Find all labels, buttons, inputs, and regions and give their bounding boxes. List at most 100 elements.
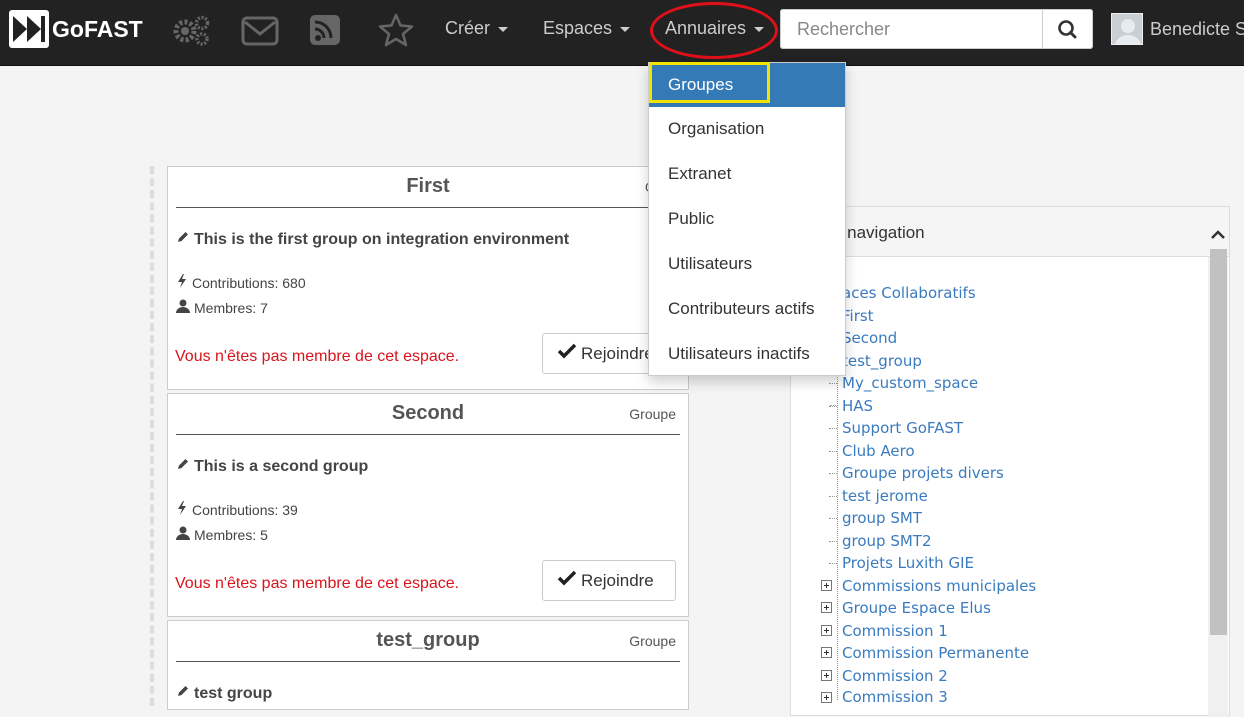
- scrollbar[interactable]: [1208, 249, 1228, 717]
- menu-item-extranet[interactable]: Extranet: [649, 152, 845, 196]
- search-input[interactable]: [780, 9, 1043, 49]
- tree-item[interactable]: Commission 2: [842, 667, 948, 685]
- group-description: This is the first group on integration e…: [176, 230, 569, 249]
- group-description-text: This is a second group: [194, 457, 369, 475]
- group-description-text: This is the first group on integration e…: [194, 230, 570, 248]
- tree-item[interactable]: HAS: [842, 397, 873, 415]
- tree-branch: [829, 541, 837, 542]
- checkmark-icon: [557, 570, 577, 591]
- tree-item[interactable]: test_group: [842, 352, 922, 370]
- expand-icon[interactable]: [821, 580, 832, 591]
- yellow-highlight-box: [649, 62, 770, 103]
- avatar: [1111, 13, 1143, 45]
- groups-navigation-header: ups navigation: [791, 207, 1229, 257]
- search-form: [780, 9, 1093, 49]
- expand-icon[interactable]: [821, 602, 832, 613]
- star-icon[interactable]: [375, 13, 417, 47]
- pencil-icon: [176, 684, 190, 703]
- brand-name: GoFAST: [52, 15, 143, 42]
- menu-item-active-contributors[interactable]: Contributeurs actifs: [649, 287, 845, 331]
- scrollbar-thumb[interactable]: [1210, 249, 1227, 635]
- tree-item[interactable]: group SMT2: [842, 532, 932, 550]
- tree-item[interactable]: My_custom_space: [842, 374, 978, 392]
- create-menu[interactable]: Créer: [445, 18, 509, 39]
- tree-item[interactable]: Commission 3: [842, 688, 948, 706]
- contributions-count: Contributions: 39: [176, 501, 298, 518]
- chevron-up-icon[interactable]: [1208, 225, 1228, 245]
- user-menu[interactable]: Benedicte S: [1111, 13, 1244, 45]
- group-type: Groupe: [629, 406, 676, 422]
- settings-gears-icon[interactable]: [170, 13, 212, 47]
- membership-status: Vous n'êtes pas membre de cet espace.: [175, 348, 460, 365]
- tree-root-item[interactable]: aces Collaboratifs: [842, 284, 976, 302]
- red-highlight-circle: [650, 2, 778, 59]
- search-button[interactable]: [1043, 9, 1093, 49]
- tree-item[interactable]: Support GoFAST: [842, 419, 963, 437]
- tree-branch: [829, 563, 837, 564]
- tree-branch: [829, 451, 837, 452]
- tree-item[interactable]: Projets Luxith GIE: [842, 554, 974, 572]
- tree-branch: [829, 518, 837, 519]
- title-divider: [176, 661, 680, 662]
- user-icon: [176, 526, 190, 543]
- user-name: Benedicte S: [1150, 18, 1244, 39]
- tree-item[interactable]: Groupe Espace Elus: [842, 599, 991, 617]
- tree-branch: [829, 406, 837, 407]
- tree-item[interactable]: Groupe projets divers: [842, 464, 1004, 482]
- menu-item-users[interactable]: Utilisateurs: [649, 242, 845, 286]
- membership-status: Vous n'êtes pas membre de cet espace.: [175, 575, 460, 592]
- contributions-count: Contributions: 680: [176, 274, 306, 291]
- tree-branch: [829, 428, 837, 429]
- title-divider: [176, 434, 680, 435]
- menu-item-inactive-users[interactable]: Utilisateurs inactifs: [649, 332, 845, 376]
- create-menu-label: Créer: [445, 18, 491, 38]
- tree-item[interactable]: Second: [842, 329, 897, 347]
- tree-item[interactable]: test jerome: [842, 487, 928, 505]
- spaces-menu-label: Espaces: [543, 18, 613, 38]
- pencil-icon: [176, 457, 190, 476]
- tree-item[interactable]: Club Aero: [842, 442, 915, 460]
- checkmark-icon: [557, 343, 577, 364]
- gofast-logo[interactable]: GoFAST: [9, 10, 143, 48]
- expand-icon[interactable]: [821, 647, 832, 658]
- menu-item-public[interactable]: Public: [649, 197, 845, 241]
- user-icon: [176, 299, 190, 316]
- title-divider: [176, 207, 680, 208]
- chevron-down-icon: [498, 27, 509, 32]
- join-button-label: Rejoindre: [581, 570, 654, 590]
- tree-item[interactable]: Commissions municipales: [842, 577, 1036, 595]
- top-navbar: GoFAST Créer Espaces Annuaires Recherche…: [0, 0, 1244, 66]
- group-title[interactable]: test_group: [176, 629, 680, 652]
- rss-icon[interactable]: [306, 13, 348, 47]
- group-type: Groupe: [629, 633, 676, 649]
- directories-dropdown: Groupes Organisation Extranet Public Uti…: [648, 62, 846, 376]
- group-description: test group: [176, 684, 272, 703]
- group-card: Second Groupe This is a second group Con…: [167, 393, 689, 617]
- tree-item[interactable]: group SMT: [842, 509, 922, 527]
- members-text: Membres: 5: [194, 526, 268, 543]
- tree-item[interactable]: Commission 1: [842, 622, 948, 640]
- group-card: First Grou This is the first group on in…: [167, 166, 689, 390]
- contributions-text: Contributions: 680: [192, 274, 306, 291]
- dotted-divider: [150, 166, 154, 706]
- expand-icon[interactable]: [821, 670, 832, 681]
- spaces-menu[interactable]: Espaces: [543, 18, 631, 39]
- tree-item[interactable]: Commission Permanente: [842, 644, 1029, 662]
- tree-branch: [829, 496, 837, 497]
- members-text: Membres: 7: [194, 299, 268, 316]
- join-button[interactable]: Rejoindre: [542, 560, 676, 601]
- chevron-down-icon: [620, 27, 631, 32]
- group-card: test_group Groupe test group: [167, 620, 689, 710]
- expand-icon[interactable]: [821, 692, 832, 703]
- pencil-icon: [176, 230, 190, 249]
- tree-branch: [829, 383, 837, 384]
- group-title[interactable]: First: [176, 175, 680, 198]
- mail-icon[interactable]: [240, 13, 282, 47]
- group-title[interactable]: Second: [176, 402, 680, 425]
- expand-icon[interactable]: [821, 625, 832, 636]
- search-icon: [1058, 20, 1077, 39]
- contributions-text: Contributions: 39: [192, 501, 298, 518]
- tree-item[interactable]: First: [842, 307, 874, 325]
- join-button-label: Rejoindre: [581, 343, 654, 363]
- menu-item-organisation[interactable]: Organisation: [649, 107, 845, 151]
